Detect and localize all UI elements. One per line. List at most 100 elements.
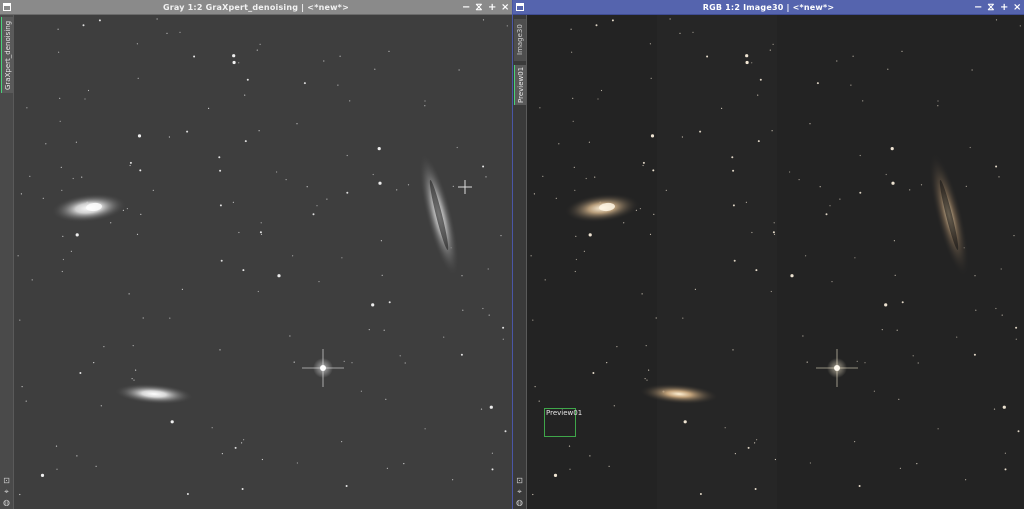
star — [881, 329, 883, 331]
star — [60, 166, 62, 168]
star — [887, 68, 889, 70]
star — [893, 240, 895, 242]
star — [639, 208, 641, 210]
pin-icon[interactable]: ⌖ — [2, 488, 11, 496]
star — [480, 408, 483, 410]
star — [25, 400, 27, 402]
star — [372, 173, 374, 176]
left-view-sidebar: GraXpert_denoising ⊡ ⌖ ◍ — [0, 15, 14, 509]
left-image-window[interactable]: Gray 1:2 GraXpert_denoising | <*new*> − … — [0, 0, 512, 509]
left-image-canvas[interactable] — [14, 15, 512, 509]
star — [802, 335, 804, 337]
tab-image30[interactable]: Image30 — [514, 19, 526, 61]
star — [72, 177, 74, 180]
star — [995, 19, 998, 21]
star — [773, 222, 775, 224]
star — [745, 54, 749, 58]
star — [132, 345, 134, 347]
minimize-icon[interactable]: − — [974, 0, 982, 15]
maximize-icon[interactable]: + — [488, 0, 496, 15]
track-view-icon[interactable]: ⊡ — [515, 477, 524, 485]
star — [219, 204, 222, 207]
star — [597, 98, 599, 100]
close-icon[interactable]: × — [501, 0, 509, 15]
star — [646, 379, 648, 381]
star — [850, 84, 852, 86]
close-icon[interactable]: × — [1013, 0, 1021, 15]
star — [917, 362, 919, 364]
star — [296, 462, 298, 464]
star — [885, 173, 887, 176]
star — [166, 32, 168, 34]
star — [805, 255, 807, 257]
lock-icon[interactable]: ◍ — [515, 499, 524, 507]
star — [896, 329, 898, 331]
star — [128, 293, 130, 295]
star — [100, 405, 102, 407]
star — [374, 68, 376, 70]
minimize-icon[interactable]: − — [462, 0, 470, 15]
left-window-titlebar[interactable]: Gray 1:2 GraXpert_denoising | <*new*> − … — [0, 0, 512, 15]
star — [181, 288, 183, 290]
star — [920, 184, 923, 186]
star — [396, 189, 398, 191]
star — [1000, 268, 1002, 270]
star — [839, 198, 841, 200]
star — [293, 361, 295, 363]
star — [1013, 235, 1015, 237]
right-image-canvas[interactable] — [527, 15, 1024, 509]
star — [642, 161, 645, 164]
star — [831, 281, 833, 283]
maximize-icon[interactable]: + — [1000, 0, 1008, 15]
star — [17, 255, 19, 257]
star — [482, 19, 485, 21]
right-image-window[interactable]: RGB 1:2 Image30 | <*new*> − ⧖ + × Image3… — [512, 0, 1024, 509]
star — [884, 303, 888, 307]
right-window-titlebar[interactable]: RGB 1:2 Image30 | <*new*> − ⧖ + × — [513, 0, 1024, 15]
star — [219, 169, 222, 172]
star — [345, 485, 348, 487]
star — [699, 130, 702, 133]
star — [312, 213, 315, 216]
star — [699, 493, 702, 495]
star — [589, 455, 591, 457]
star — [669, 18, 671, 20]
pin-icon[interactable]: ⌖ — [515, 488, 524, 496]
window-icon[interactable] — [3, 3, 11, 11]
window-icon[interactable] — [516, 3, 524, 11]
star — [131, 378, 133, 380]
star — [852, 55, 854, 57]
star — [61, 189, 63, 191]
star — [211, 427, 213, 429]
tab-preview01[interactable]: Preview01 — [514, 65, 526, 105]
star — [368, 329, 370, 331]
star — [937, 105, 939, 107]
star — [40, 473, 45, 477]
star — [169, 317, 171, 319]
star — [854, 257, 856, 259]
star — [296, 123, 298, 125]
lock-icon[interactable]: ◍ — [2, 499, 11, 507]
star — [901, 301, 904, 304]
star — [769, 49, 771, 51]
star — [232, 60, 236, 65]
star — [62, 258, 64, 261]
star — [103, 346, 105, 348]
star — [343, 360, 345, 362]
star — [956, 336, 958, 338]
star — [380, 240, 382, 242]
track-view-icon[interactable]: ⊡ — [2, 477, 11, 485]
star — [806, 361, 808, 363]
star — [1015, 338, 1017, 340]
star — [399, 355, 401, 357]
star — [937, 428, 939, 430]
star — [829, 205, 831, 207]
star — [76, 455, 78, 457]
shade-icon[interactable]: ⧖ — [475, 0, 483, 15]
shade-icon[interactable]: ⧖ — [987, 0, 995, 15]
star — [571, 51, 573, 53]
star — [386, 467, 388, 469]
tab-graxpert-denoising[interactable]: GraXpert_denoising — [1, 17, 13, 93]
star — [137, 134, 142, 138]
star — [349, 100, 351, 102]
